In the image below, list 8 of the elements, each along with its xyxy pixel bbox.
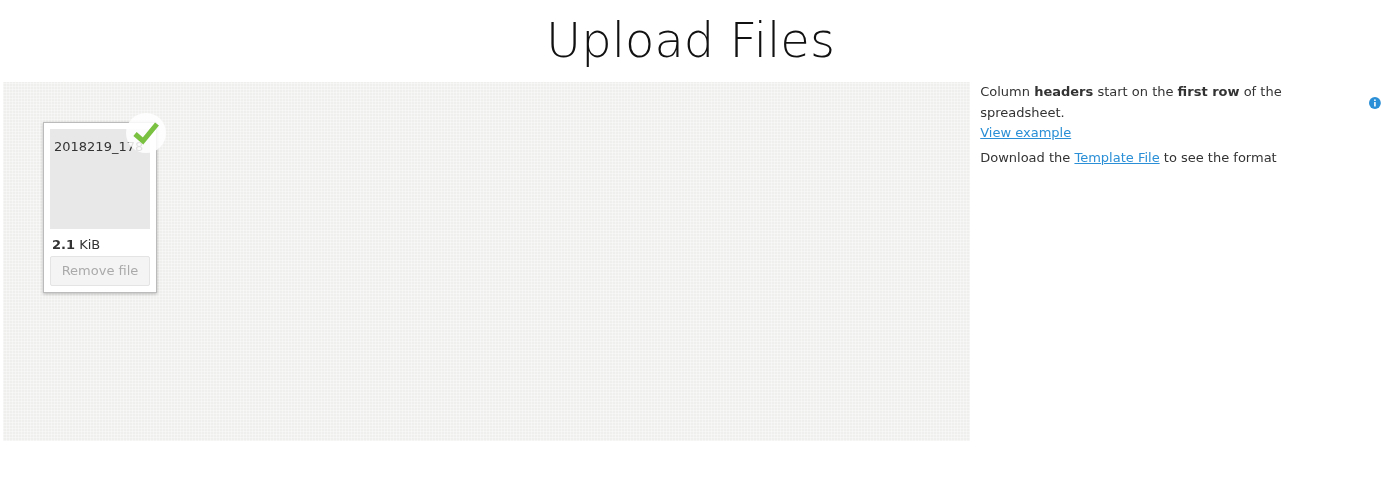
view-example-link[interactable]: View example — [980, 125, 1072, 141]
file-size: 2.1 KiB — [52, 235, 102, 254]
download-text: Download the Template File to see the format — [980, 149, 1278, 168]
remove-file-button[interactable]: Remove file — [50, 256, 150, 286]
template-file-link[interactable]: Template File — [1074, 150, 1160, 166]
help-text: Column headers start on the first row of the spreadsheet. — [980, 82, 1283, 122]
page-title: Upload Files — [545, 14, 836, 67]
info-icon[interactable] — [1369, 96, 1381, 109]
